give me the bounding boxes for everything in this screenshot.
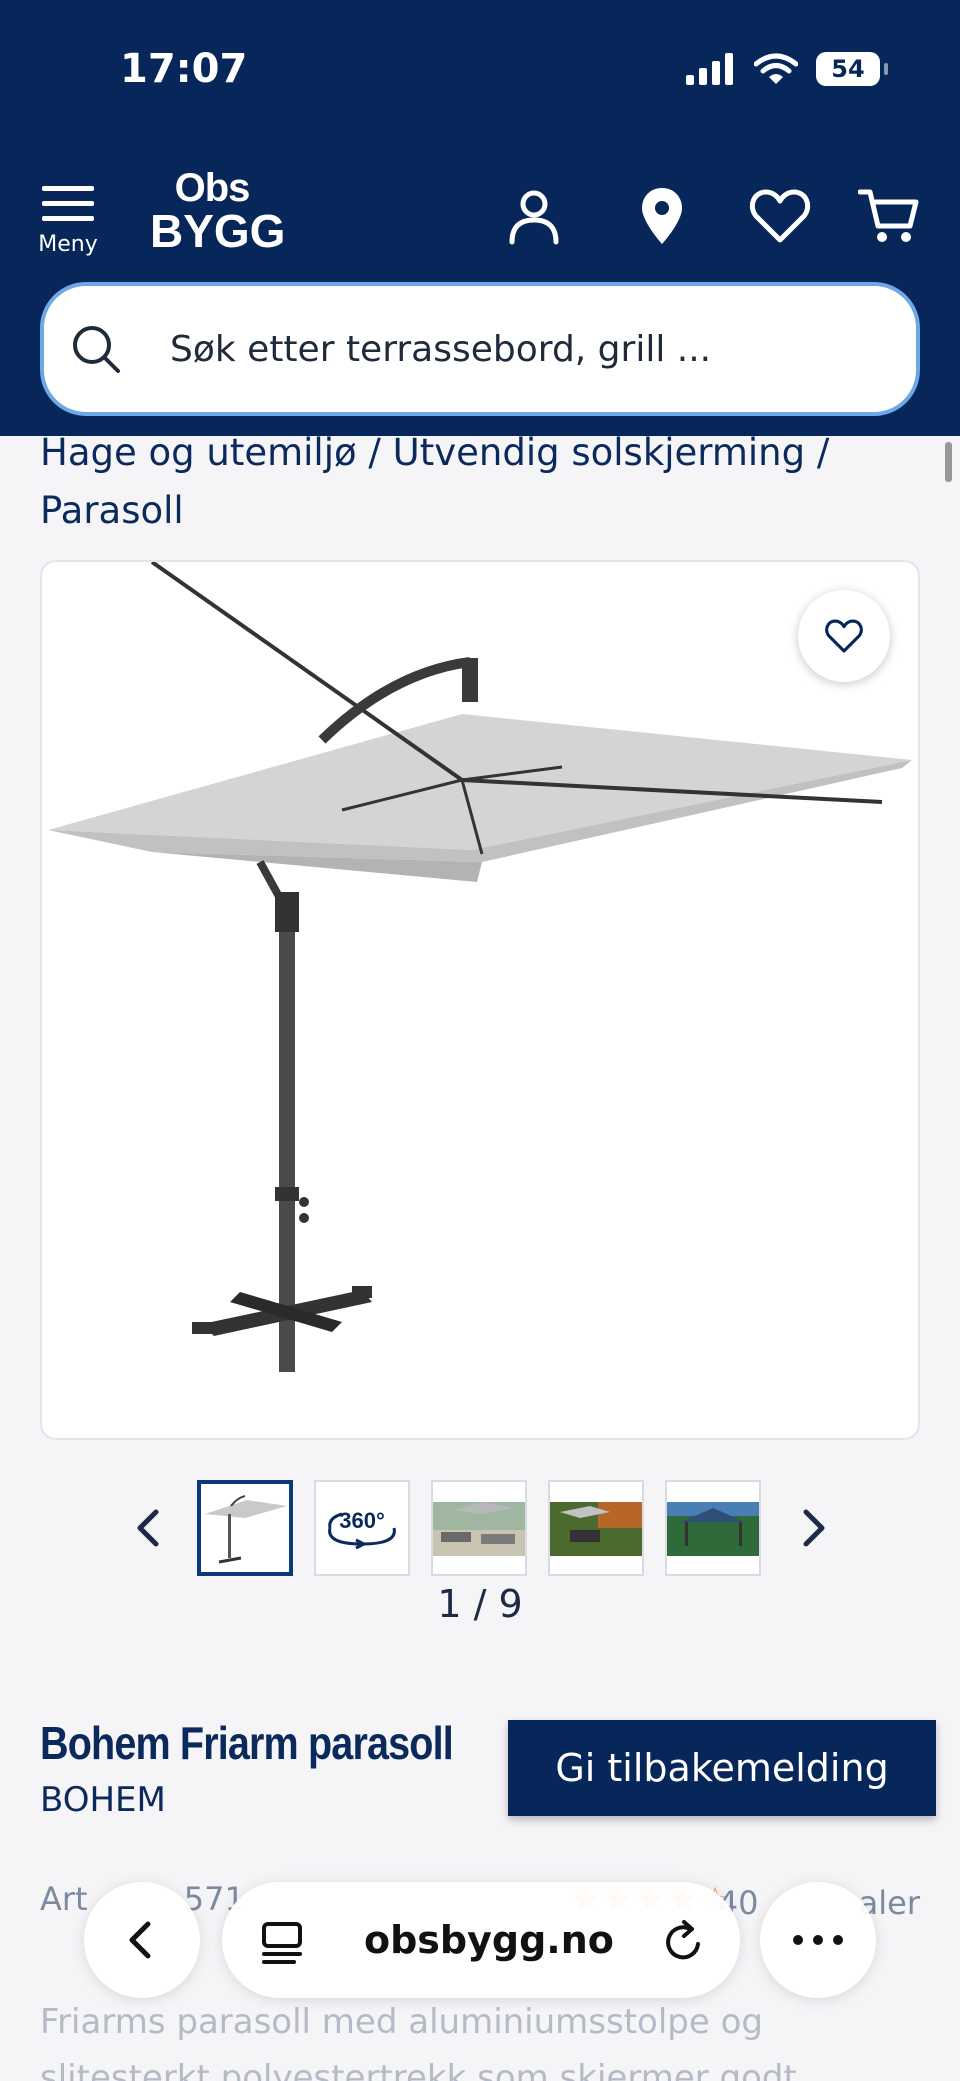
- signal-icon: [686, 53, 733, 85]
- tab-overview-icon[interactable]: [258, 1918, 306, 1966]
- browser-more-button[interactable]: [760, 1882, 876, 1998]
- product-description: Friarms parasoll med aluminiumsstolpe og…: [40, 2002, 797, 2081]
- obs-bygg-logo[interactable]: Obs BYGG: [150, 166, 286, 268]
- breadcrumb-separator: /: [368, 431, 381, 474]
- status-icons: 54: [686, 52, 888, 86]
- ellipsis-icon: [793, 1935, 843, 1945]
- logo-line2: BYGG: [150, 205, 286, 257]
- pavilion-thumb-image: [667, 1502, 759, 1556]
- search-icon: [73, 326, 120, 373]
- browser-url-text: obsbygg.no: [364, 1918, 614, 1962]
- chevron-left-icon[interactable]: [122, 1500, 178, 1556]
- status-bar: 17:07 54: [0, 0, 960, 140]
- breadcrumb-link-hage[interactable]: Hage og utemiljø: [40, 431, 357, 474]
- thumbnail-pavilion[interactable]: [665, 1480, 761, 1576]
- thumbnail-patio[interactable]: [431, 1480, 527, 1576]
- battery-indicator: 54: [816, 52, 888, 86]
- garden-thumb-image: [550, 1502, 642, 1556]
- page-scrollbar[interactable]: [945, 442, 952, 482]
- favorite-button[interactable]: [798, 590, 890, 682]
- product-brand[interactable]: BOHEM: [40, 1780, 166, 1820]
- parasol-thumb-image: [205, 1495, 287, 1564]
- heart-icon[interactable]: [748, 184, 812, 248]
- 360-view-icon: 360°: [328, 1508, 396, 1550]
- site-header: 17:07 54 Meny Obs BYGG Søk etter terrass…: [0, 0, 960, 436]
- breadcrumb-link-solskjerming[interactable]: Utvendig solskjerming: [393, 431, 805, 474]
- product-title: Bohem Friarm parasoll: [40, 1717, 454, 1769]
- location-pin-icon[interactable]: [630, 184, 694, 248]
- search-input[interactable]: [170, 328, 870, 370]
- logo-line1: Obs: [174, 166, 251, 210]
- feedback-button[interactable]: Gi tilbakemelding: [508, 1720, 936, 1816]
- menu-label: Meny: [38, 232, 98, 257]
- browser-toolbar: obsbygg.no: [0, 1880, 960, 2000]
- thumbnail-parasol[interactable]: [197, 1480, 293, 1576]
- thumbnail-carousel: 360°: [0, 1480, 960, 1576]
- breadcrumb-link-parasoll[interactable]: Parasoll: [40, 489, 184, 532]
- hamburger-icon: [42, 186, 94, 221]
- status-time: 17:07: [120, 46, 248, 92]
- patio-thumb-image: [433, 1502, 525, 1556]
- browser-back-button[interactable]: [84, 1882, 200, 1998]
- thumbnail-garden[interactable]: [548, 1480, 644, 1576]
- reload-icon[interactable]: [660, 1918, 708, 1966]
- gallery-counter: 1 / 9: [437, 1582, 523, 1626]
- breadcrumb: Hage og utemiljø / Utvendig solskjerming…: [40, 424, 920, 540]
- menu-button[interactable]: Meny: [36, 182, 100, 272]
- product-image-card[interactable]: [40, 560, 920, 1440]
- account-icon[interactable]: [502, 184, 566, 248]
- search-bar[interactable]: [40, 282, 920, 416]
- breadcrumb-separator: /: [816, 431, 830, 474]
- wifi-icon: [754, 53, 798, 84]
- browser-url-bar[interactable]: obsbygg.no: [222, 1882, 740, 1998]
- heart-outline-icon: [825, 619, 863, 653]
- chevron-left-icon: [129, 1921, 151, 1959]
- navbar: Meny Obs BYGG: [0, 160, 960, 280]
- chevron-right-icon[interactable]: [784, 1500, 840, 1556]
- cart-icon[interactable]: [858, 184, 922, 248]
- badge-360-text: 360°: [339, 1508, 385, 1533]
- thumbnail-360-view[interactable]: 360°: [314, 1480, 410, 1576]
- parasol-product-image: [48, 562, 912, 1372]
